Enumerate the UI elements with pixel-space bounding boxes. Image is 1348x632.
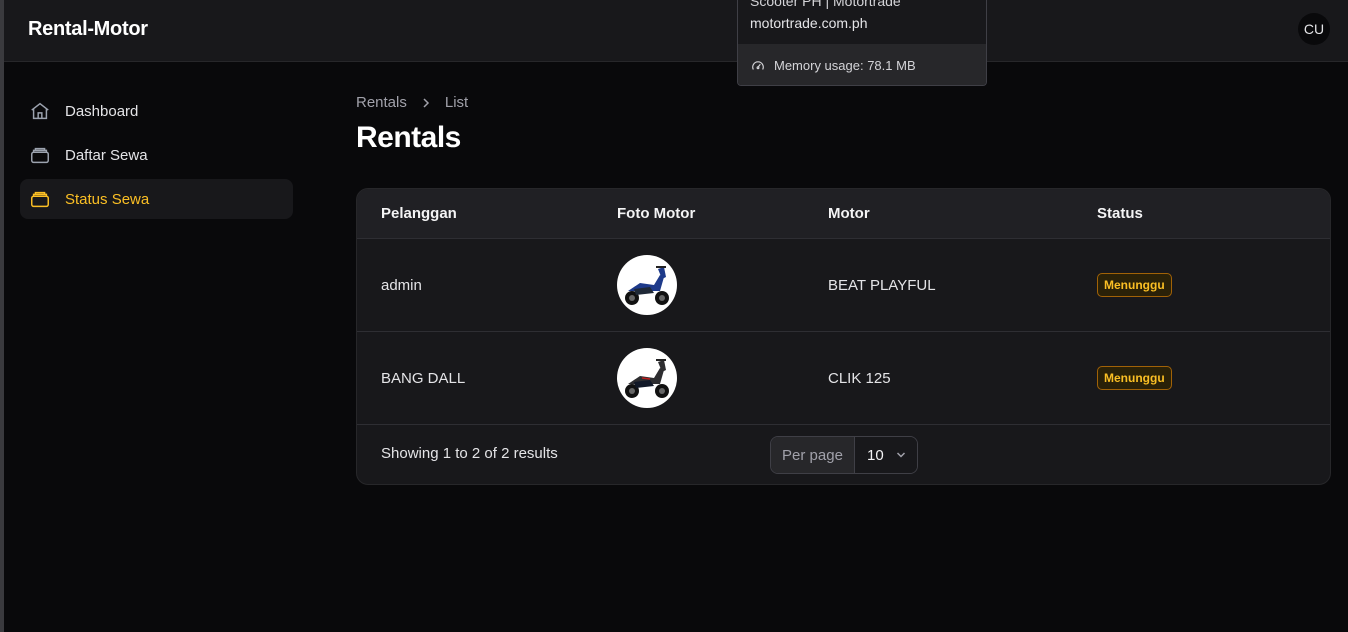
cell-foto-motor bbox=[617, 239, 677, 331]
column-header-foto-motor[interactable]: Foto Motor bbox=[617, 189, 695, 238]
scooter-icon bbox=[625, 266, 669, 305]
per-page-value: 10 bbox=[867, 446, 884, 464]
motor-photo[interactable] bbox=[617, 348, 677, 408]
sidebar: Dashboard Daftar Sewa Status Sewa bbox=[20, 91, 293, 223]
column-header-motor[interactable]: Motor bbox=[828, 189, 870, 238]
sidebar-item-status-sewa[interactable]: Status Sewa bbox=[20, 179, 293, 219]
window-edge bbox=[0, 0, 4, 632]
tooltip-memory-row: Memory usage: 78.1 MB bbox=[738, 44, 986, 85]
sidebar-item-daftar-sewa[interactable]: Daftar Sewa bbox=[20, 135, 293, 175]
archive-icon bbox=[31, 191, 49, 208]
breadcrumb: Rentals List bbox=[356, 94, 468, 111]
gauge-icon bbox=[752, 60, 764, 70]
page-title: Rentals bbox=[356, 121, 461, 154]
browser-tab-tooltip: Scooter PH | Motortrade motortrade.com.p… bbox=[737, 0, 987, 86]
tooltip-memory-text: Memory usage: 78.1 MB bbox=[774, 58, 916, 73]
per-page-label: Per page bbox=[771, 437, 855, 473]
status-badge: Menunggu bbox=[1097, 366, 1172, 390]
breadcrumb-current: List bbox=[444, 94, 469, 111]
rentals-table: Pelanggan Foto Motor Motor Status admin … bbox=[356, 188, 1331, 485]
table-row[interactable]: BANG DALL CLIK 125 Menunggu bbox=[357, 332, 1330, 425]
archive-icon bbox=[31, 147, 49, 164]
cell-status: Menunggu bbox=[1097, 239, 1172, 331]
breadcrumb-rentals-link[interactable]: Rentals bbox=[356, 94, 407, 111]
motor-photo[interactable] bbox=[617, 255, 677, 315]
cell-pelanggan: admin bbox=[381, 276, 422, 294]
tooltip-domain: motortrade.com.ph bbox=[750, 15, 868, 31]
sidebar-item-label: Dashboard bbox=[65, 102, 139, 120]
cell-motor: CLIK 125 bbox=[828, 369, 891, 387]
sidebar-item-dashboard[interactable]: Dashboard bbox=[20, 91, 293, 131]
cell-motor: BEAT PLAYFUL bbox=[828, 276, 936, 294]
chevron-right-icon bbox=[423, 97, 429, 108]
scooter-icon bbox=[625, 359, 669, 398]
per-page-dropdown[interactable]: 10 bbox=[855, 437, 917, 473]
table-header: Pelanggan Foto Motor Motor Status bbox=[357, 189, 1330, 239]
sidebar-item-label: Status Sewa bbox=[65, 190, 150, 208]
pagination-summary: Showing 1 to 2 of 2 results bbox=[381, 445, 558, 462]
home-icon bbox=[31, 102, 49, 120]
table-footer: Showing 1 to 2 of 2 results Per page 10 bbox=[357, 425, 1330, 484]
table-row[interactable]: admin BEAT PLAYFUL Menunggu bbox=[357, 239, 1330, 332]
status-badge: Menunggu bbox=[1097, 273, 1172, 297]
column-header-status[interactable]: Status bbox=[1097, 189, 1143, 238]
tooltip-title: Scooter PH | Motortrade bbox=[750, 0, 901, 9]
cell-foto-motor bbox=[617, 332, 677, 424]
brand-title[interactable]: Rental-Motor bbox=[28, 18, 148, 41]
top-bar: Rental-Motor CU bbox=[4, 0, 1348, 62]
cell-status: Menunggu bbox=[1097, 332, 1172, 424]
sidebar-item-label: Daftar Sewa bbox=[65, 146, 148, 164]
user-avatar[interactable]: CU bbox=[1298, 13, 1330, 45]
per-page-select[interactable]: Per page 10 bbox=[770, 436, 918, 474]
column-header-pelanggan[interactable]: Pelanggan bbox=[381, 189, 457, 238]
chevron-down-icon bbox=[896, 452, 905, 458]
cell-pelanggan: BANG DALL bbox=[381, 369, 466, 387]
